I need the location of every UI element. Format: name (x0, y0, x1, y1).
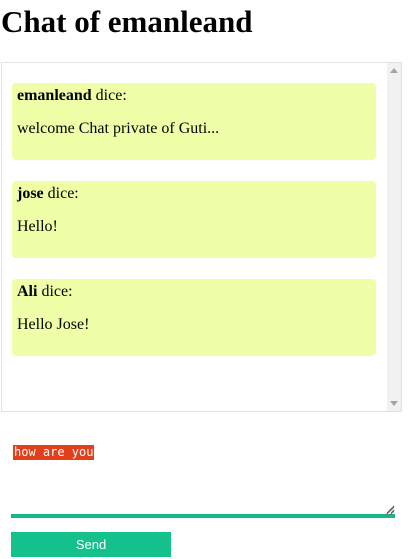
chat-message: jose dice: Hello! (12, 181, 376, 258)
scroll-up-icon[interactable] (390, 68, 398, 73)
message-input[interactable]: how are you (11, 440, 395, 518)
chat-message-list: emanleand dice: welcome Chat private of … (2, 63, 388, 411)
message-verb: dice: (43, 185, 79, 202)
message-text: Hello! (17, 218, 58, 235)
message-sender: emanleand (17, 87, 92, 104)
chat-message-header: jose dice: (17, 184, 79, 204)
chat-message-header: Ali dice: (17, 282, 73, 302)
chat-scrollbar[interactable] (387, 63, 401, 411)
chat-message: Ali dice: Hello Jose! (12, 279, 376, 356)
message-sender: jose (17, 185, 44, 202)
chat-message: emanleand dice: welcome Chat private of … (12, 83, 376, 160)
message-verb: dice: (37, 283, 73, 300)
message-sender: Ali (17, 283, 38, 300)
message-text: welcome Chat private of Guti... (17, 120, 220, 137)
message-verb: dice: (91, 87, 127, 104)
chat-message-header: emanleand dice: (17, 86, 127, 106)
chat-messages-panel[interactable]: emanleand dice: welcome Chat private of … (1, 62, 402, 412)
message-text: Hello Jose! (17, 316, 90, 333)
scroll-down-icon[interactable] (390, 401, 398, 406)
page-title: Chat of emanleand (1, 4, 253, 39)
send-button[interactable]: Send (11, 532, 171, 557)
